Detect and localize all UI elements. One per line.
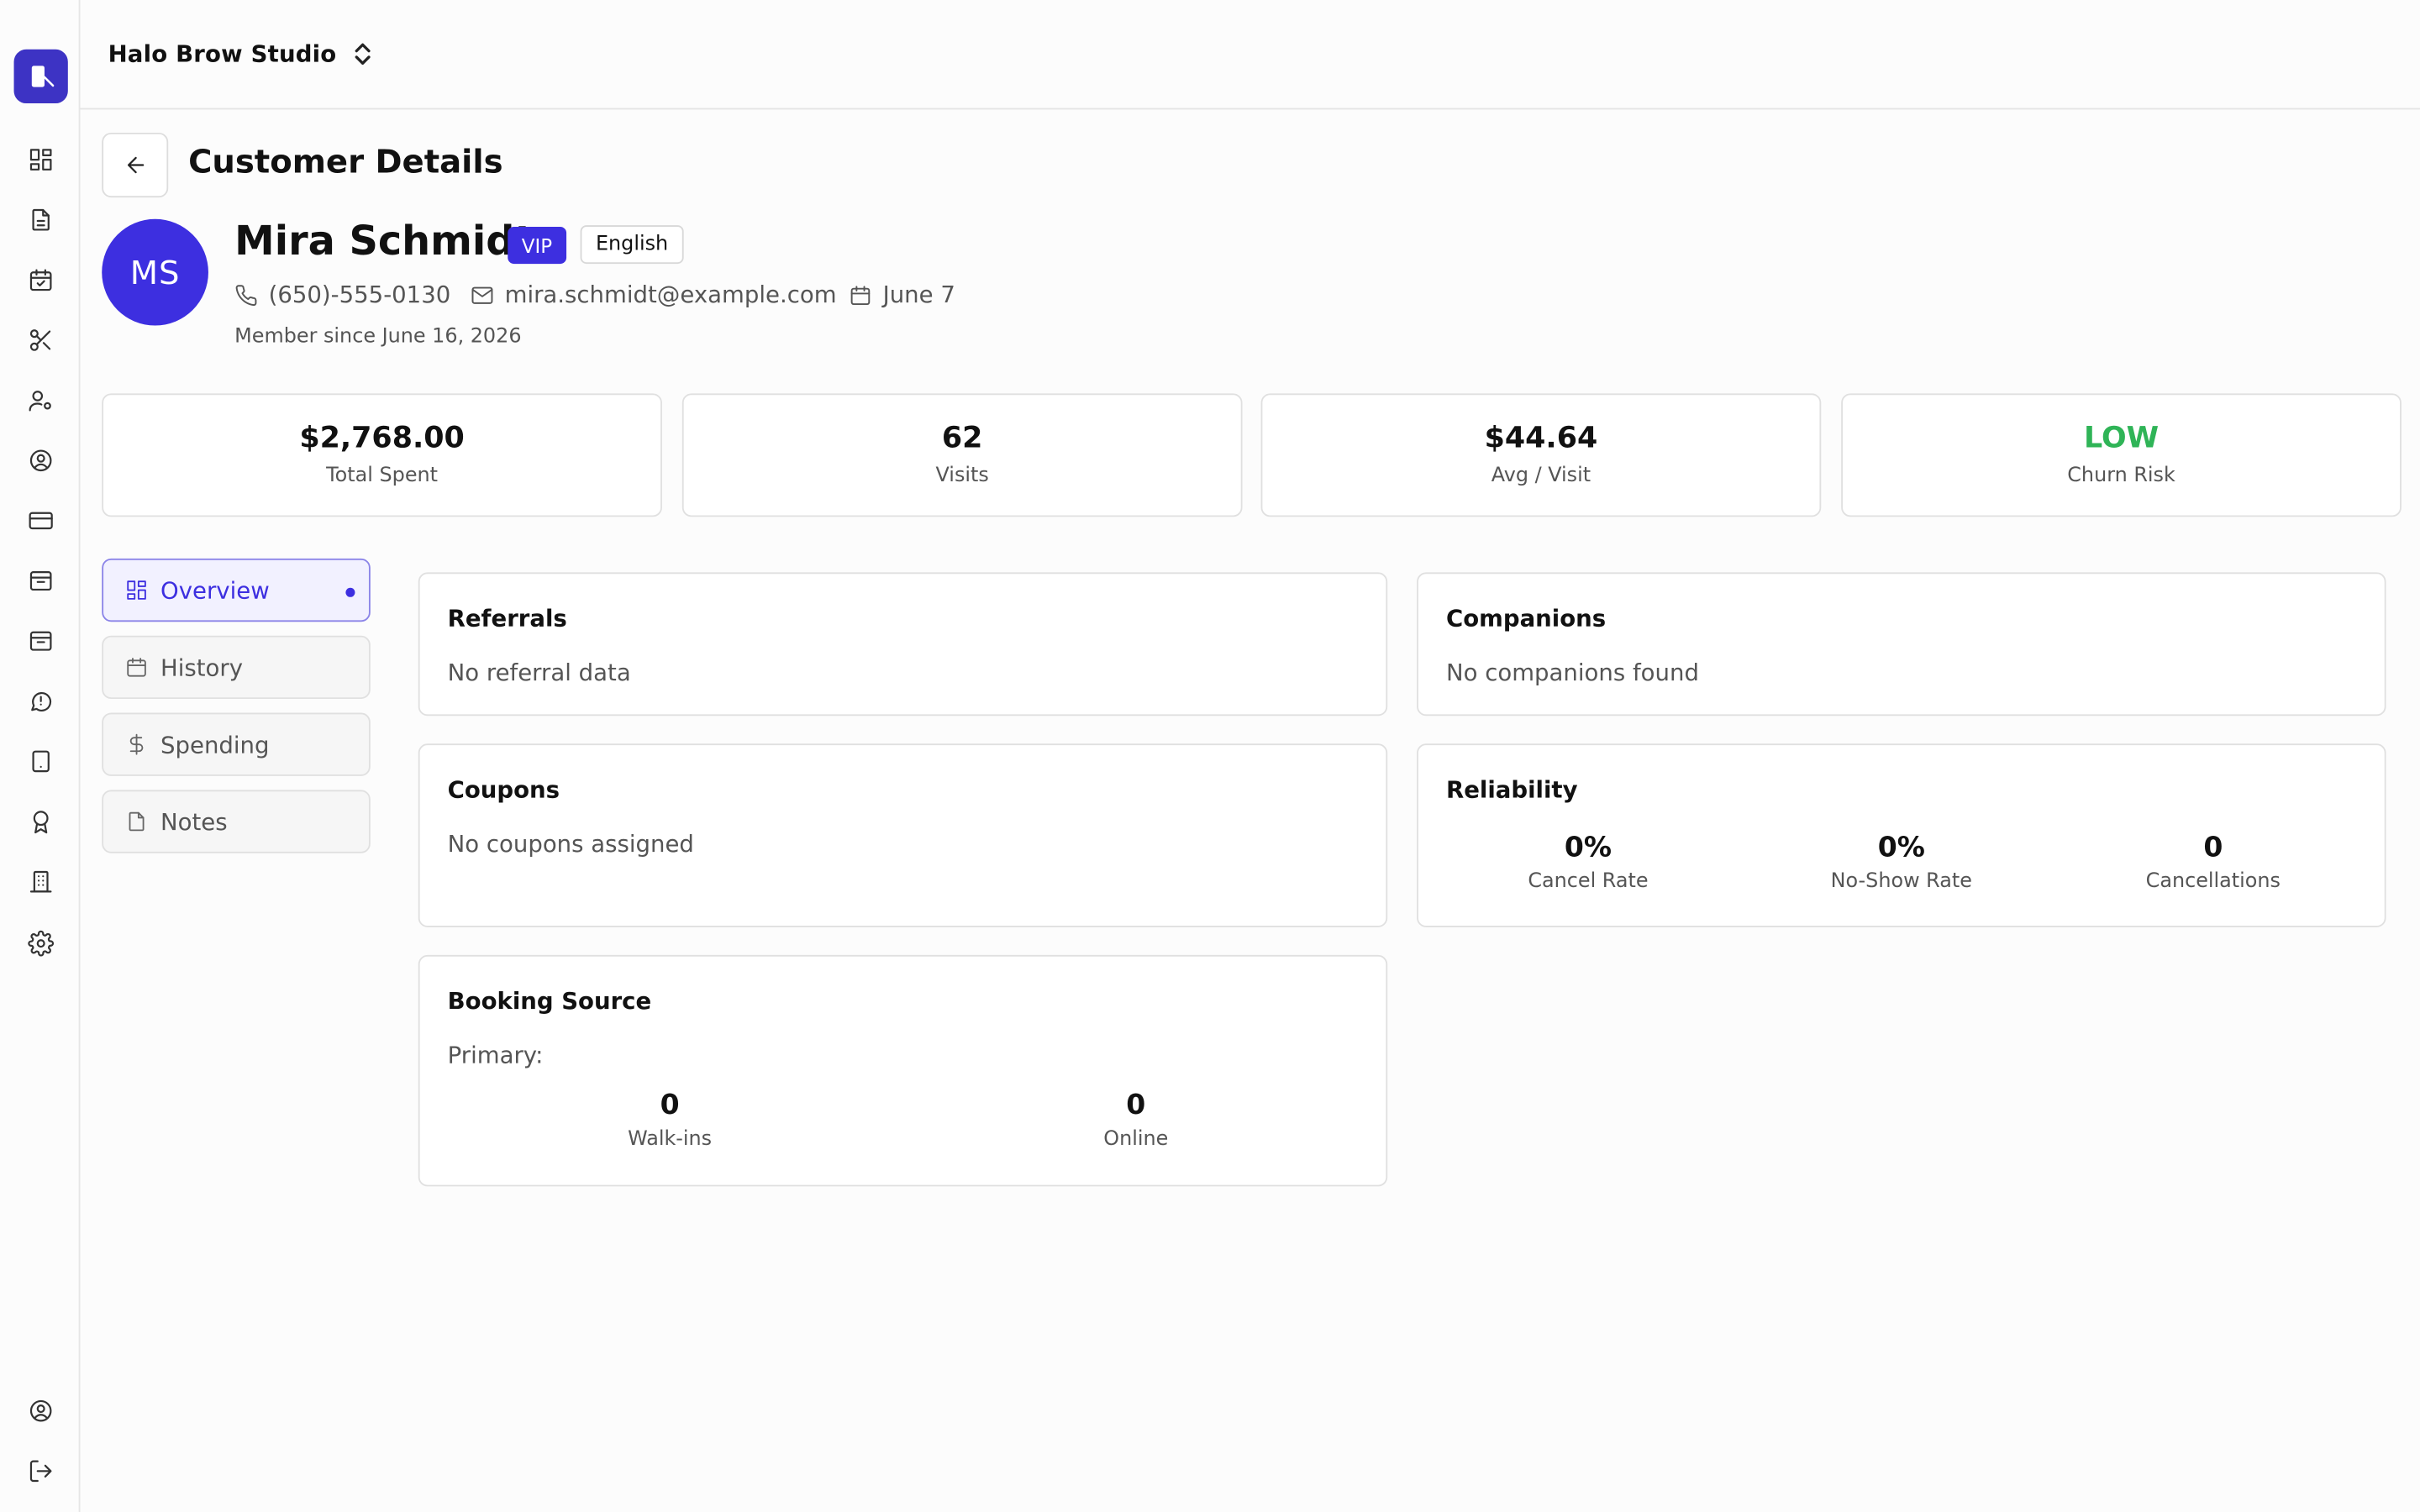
customer-name: Mira Schmidt bbox=[234, 218, 534, 265]
metric-label: Online bbox=[1103, 1127, 1169, 1152]
metric-no-show-rate: 0% No-Show Rate bbox=[1793, 832, 2009, 893]
booking-source-card: Booking Source Primary: 0 Walk-ins 0 Onl… bbox=[418, 954, 1388, 1187]
dollar-icon bbox=[129, 733, 144, 755]
tab-label: Spending bbox=[160, 730, 270, 759]
stat-value: $44.64 bbox=[1484, 421, 1598, 455]
card-empty-text: No coupons assigned bbox=[447, 830, 694, 858]
referrals-card: Referrals No referral data bbox=[418, 572, 1388, 717]
member-since: Member since June 16, 2026 bbox=[234, 325, 522, 349]
stat-churn-risk: LOW Churn Risk bbox=[1841, 393, 2402, 517]
tab-history[interactable]: History bbox=[102, 635, 371, 700]
card-empty-text: No referral data bbox=[447, 659, 631, 687]
user-settings-icon[interactable] bbox=[24, 384, 55, 415]
tab-spending[interactable]: Spending bbox=[102, 712, 371, 776]
inbox-icon[interactable] bbox=[24, 564, 55, 596]
metric-value: 0 bbox=[2203, 831, 2223, 864]
award-icon[interactable] bbox=[24, 806, 55, 837]
mail-icon bbox=[471, 286, 493, 303]
card-empty-text: No companions found bbox=[1445, 659, 1699, 687]
calendar-check-icon[interactable] bbox=[24, 264, 55, 295]
metric-walk-ins: 0 Walk-ins bbox=[562, 1089, 778, 1151]
metric-online: 0 Online bbox=[1028, 1089, 1244, 1151]
stat-label: Avg / Visit bbox=[1491, 464, 1591, 488]
account-icon[interactable] bbox=[24, 1394, 55, 1425]
calendar-icon bbox=[850, 285, 871, 305]
avatar: MS bbox=[102, 218, 208, 326]
companions-card: Companions No companions found bbox=[1417, 572, 2386, 717]
studio-name[interactable]: Halo Brow Studio bbox=[108, 40, 337, 68]
card-title: Coupons bbox=[447, 775, 560, 804]
email-info: mira.schmidt@example.com bbox=[471, 281, 837, 309]
stat-avg-visit: $44.64 Avg / Visit bbox=[1260, 393, 1822, 517]
metric-label: No-Show Rate bbox=[1830, 869, 1972, 894]
coupons-card: Coupons No coupons assigned bbox=[418, 743, 1388, 927]
credit-card-icon[interactable] bbox=[24, 505, 55, 536]
metric-value: 0% bbox=[1877, 831, 1925, 864]
tab-overview[interactable]: Overview bbox=[102, 558, 371, 622]
card-title: Referrals bbox=[447, 604, 567, 633]
dashboard-icon bbox=[127, 580, 146, 600]
scissors-icon[interactable] bbox=[24, 324, 55, 355]
document-icon[interactable] bbox=[24, 203, 55, 234]
metric-label: Cancel Rate bbox=[1528, 869, 1649, 894]
dashboard-icon[interactable] bbox=[24, 144, 55, 175]
back-button[interactable] bbox=[102, 132, 169, 198]
metric-value: 0 bbox=[1126, 1089, 1146, 1122]
stat-visits: 62 Visits bbox=[681, 393, 1243, 517]
primary-label: Primary: bbox=[447, 1041, 544, 1069]
chevron-up-down-icon[interactable] bbox=[352, 40, 374, 68]
reliability-card: Reliability 0% Cancel Rate 0% No-Show Ra… bbox=[1417, 743, 2386, 927]
logout-icon[interactable] bbox=[24, 1455, 55, 1486]
vip-badge: VIP bbox=[508, 226, 566, 265]
stat-total-spent: $2,768.00 Total Spent bbox=[102, 393, 662, 517]
tab-label: History bbox=[160, 653, 244, 681]
user-circle-icon[interactable] bbox=[24, 444, 55, 475]
stat-value: 62 bbox=[941, 421, 983, 455]
email-address: mira.schmidt@example.com bbox=[504, 281, 837, 309]
tab-label: Overview bbox=[160, 576, 270, 605]
stat-label: Total Spent bbox=[326, 464, 439, 488]
stat-value: $2,768.00 bbox=[299, 421, 465, 455]
sidebar-rail bbox=[0, 0, 81, 1512]
metric-label: Cancellations bbox=[2145, 869, 2281, 894]
birthday-info: June 7 bbox=[849, 281, 955, 308]
settings-icon[interactable] bbox=[24, 927, 55, 958]
phone-info: (650)-555-0130 bbox=[234, 281, 450, 308]
arrow-left-icon bbox=[127, 156, 144, 174]
top-bar: Halo Brow Studio bbox=[80, 0, 2420, 110]
app-logo-icon[interactable] bbox=[13, 49, 68, 104]
card-title: Companions bbox=[1445, 604, 1607, 633]
stat-label: Churn Risk bbox=[2067, 464, 2175, 488]
tablet-icon[interactable] bbox=[24, 745, 55, 776]
phone-icon bbox=[235, 284, 257, 306]
calendar-icon bbox=[127, 658, 146, 677]
file-icon bbox=[129, 811, 145, 832]
metric-label: Walk-ins bbox=[628, 1127, 713, 1152]
card-title: Booking Source bbox=[447, 987, 652, 1016]
metric-value: 0% bbox=[1564, 831, 1612, 864]
birthday-date: June 7 bbox=[882, 281, 955, 309]
archive-icon[interactable] bbox=[24, 625, 55, 656]
page-title: Customer Details bbox=[188, 143, 503, 181]
phone-number: (650)-555-0130 bbox=[268, 281, 451, 309]
card-title: Reliability bbox=[1445, 775, 1578, 804]
stat-label: Visits bbox=[935, 464, 989, 488]
metric-cancellations: 0 Cancellations bbox=[2105, 832, 2321, 893]
message-icon[interactable] bbox=[24, 685, 55, 716]
active-dot bbox=[345, 587, 355, 597]
metric-cancel-rate: 0% Cancel Rate bbox=[1480, 832, 1696, 893]
building-icon[interactable] bbox=[24, 865, 55, 896]
language-badge: English bbox=[580, 225, 684, 265]
tab-notes[interactable]: Notes bbox=[102, 790, 371, 853]
stat-value: LOW bbox=[2083, 421, 2160, 455]
metric-value: 0 bbox=[660, 1089, 680, 1122]
tab-label: Notes bbox=[160, 807, 228, 836]
